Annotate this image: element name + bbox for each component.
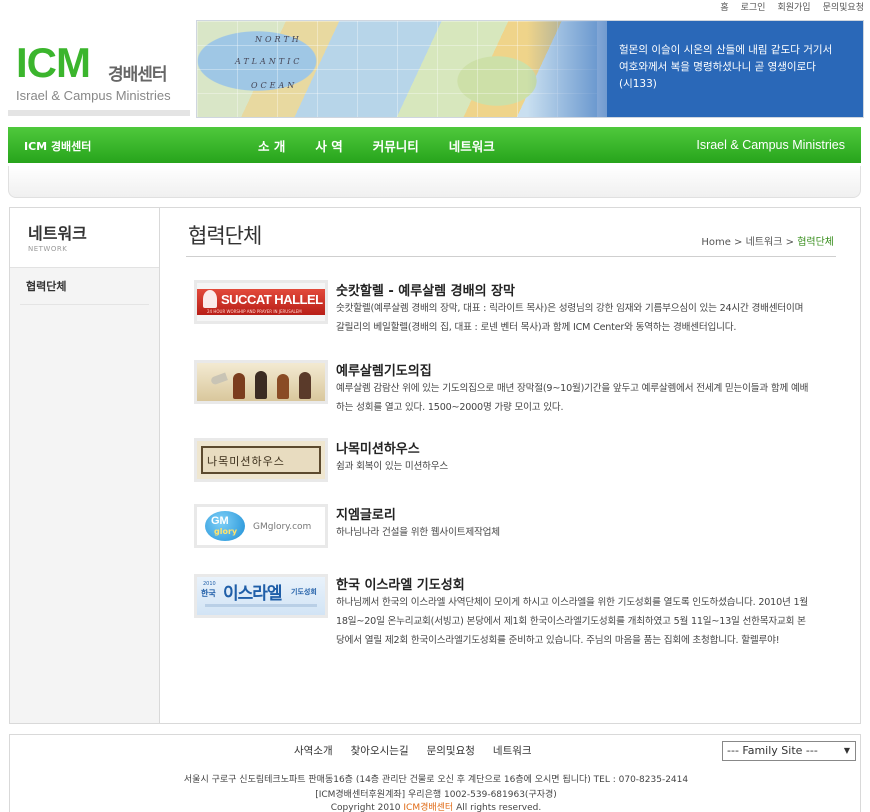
flame-icon bbox=[203, 290, 217, 308]
footer-link-network[interactable]: 네트워크 bbox=[493, 743, 532, 758]
footer: 사역소개 찾아오시는길 문의및요청 네트워크 --- Family Site -… bbox=[9, 734, 861, 812]
org-logo-korea-israel-prayer[interactable]: 2010 한국 이스라엘 기도성회 bbox=[194, 574, 328, 618]
logo-year: 2010 bbox=[203, 581, 216, 587]
logo-subtext: 24 HOUR WORSHIP AND PRAYER IN JERUSALEM bbox=[207, 309, 302, 314]
main-nav: ICM 경배센터 소 개 사 역 커뮤니티 네트워크 Israel & Camp… bbox=[8, 127, 861, 163]
breadcrumb-current: 협력단체 bbox=[797, 237, 834, 248]
copyright-brand: ICM경배센터 bbox=[403, 803, 454, 812]
logo-text: 나목미션하우스 bbox=[207, 455, 285, 468]
home-link[interactable]: 홈 bbox=[720, 0, 728, 14]
breadcrumb-home[interactable]: Home bbox=[701, 237, 731, 248]
logo-text: 이스라엘 bbox=[223, 584, 283, 604]
logo-icm: ICM bbox=[16, 39, 91, 86]
nav-item-about[interactable]: 소 개 bbox=[258, 136, 285, 155]
org-description: 하나님나라 건설을 위한 웹사이트제작업체 bbox=[336, 527, 500, 538]
breadcrumb-separator: > bbox=[785, 237, 794, 248]
shofar-icon bbox=[210, 372, 228, 386]
inquiry-link[interactable]: 문의및요청 bbox=[823, 0, 864, 14]
nav-home-link[interactable]: ICM 경배센터 bbox=[24, 138, 91, 154]
org-description: 예루살렘 감람산 위에 있는 기도의집으로 매년 장막절(9~10월)기간을 앞… bbox=[336, 383, 809, 413]
footer-copyright: Copyright 2010 ICM경배센터 All rights reserv… bbox=[10, 800, 862, 812]
nav-item-ministry[interactable]: 사 역 bbox=[315, 136, 342, 155]
org-logo-namok-mission-house[interactable]: 나목미션하우스 bbox=[194, 438, 328, 482]
footer-links: 사역소개 찾아오시는길 문의및요청 네트워크 bbox=[294, 743, 532, 758]
copyright-text: Copyright 2010 bbox=[330, 803, 401, 812]
footer-address: 서울시 구로구 신도림테크노파트 판매동16층 (14층 관리단 건물로 오신 … bbox=[183, 775, 689, 785]
org-description: 하나님께서 한국의 이스라엘 사역단체이 모이게 하시고 이스라엘을 위한 기도… bbox=[336, 597, 808, 646]
logo-korean: 경배센터 bbox=[108, 65, 168, 85]
content-area: 협력단체 Home > 네트워크 > 협력단체 SUCCAT HALLEL 24… bbox=[160, 208, 860, 723]
org-logo-gmglory[interactable]: GM glory GMglory.com bbox=[194, 504, 328, 548]
nav-item-community[interactable]: 커뮤니티 bbox=[373, 136, 419, 155]
map-label: NORTH bbox=[255, 35, 302, 44]
chevron-down-icon: ▼ bbox=[843, 746, 850, 755]
breadcrumb-separator: > bbox=[734, 237, 743, 248]
org-name[interactable]: 지엠글로리 bbox=[336, 504, 396, 523]
header-banner: NORTH ATLANTIC OCEAN 헐몬의 이슬이 시온의 산들에 내림 … bbox=[196, 20, 864, 118]
banner-verse: 헐몬의 이슬이 시온의 산들에 내림 같도다 거기서 여호와께서 복을 명령하셨… bbox=[607, 21, 863, 117]
page-title: 협력단체 bbox=[188, 224, 262, 248]
org-name[interactable]: 한국 이스라엘 기도성회 bbox=[336, 574, 465, 593]
family-site-select[interactable]: --- Family Site --- ▼ bbox=[722, 741, 856, 761]
footer-link-inquiry[interactable]: 문의및요청 bbox=[427, 743, 475, 758]
logo-mark: GM bbox=[211, 515, 229, 527]
verse-reference: (시133) bbox=[619, 78, 657, 90]
family-site-value: --- Family Site --- bbox=[727, 744, 818, 757]
breadcrumb-section[interactable]: 네트워크 bbox=[746, 237, 783, 248]
login-link[interactable]: 로그인 bbox=[741, 0, 766, 14]
sidebar-subtitle: NETWORK bbox=[28, 245, 68, 253]
map-label: OCEAN bbox=[251, 81, 298, 90]
copyright-text: All rights reserved. bbox=[456, 803, 542, 812]
org-logo-jerusalem-prayer-house[interactable] bbox=[194, 360, 328, 404]
logo-text: SUCCAT HALLEL bbox=[221, 292, 323, 307]
divider bbox=[186, 256, 836, 257]
signup-link[interactable]: 회원가입 bbox=[777, 0, 810, 14]
breadcrumb: Home > 네트워크 > 협력단체 bbox=[701, 233, 834, 248]
logo-mark-sub: glory bbox=[214, 527, 238, 536]
footer-account: [ICM경배센터후원계좌] 우리은행 1002-539-681963(구자경) bbox=[315, 790, 557, 800]
map-label: ATLANTIC bbox=[235, 57, 303, 66]
org-description: 숫캇할렐(예루살렘 경배의 장막, 대표 : 릭라이트 목사)은 성령님의 강한… bbox=[336, 303, 804, 333]
logo-korea: 한국 bbox=[201, 589, 216, 598]
org-name[interactable]: 예루살렘기도의집 bbox=[336, 360, 432, 379]
sidebar-header: 네트워크 NETWORK bbox=[10, 208, 159, 268]
verse-line: 여호와께서 복을 명령하셨나니 곧 영생이로다 bbox=[619, 61, 816, 73]
utility-links: 홈 로그인 회원가입 문의및요청 bbox=[720, 0, 864, 14]
submenu-bar bbox=[8, 166, 861, 198]
org-name[interactable]: 나목미션하우스 bbox=[336, 438, 420, 457]
sidebar-item-partners[interactable]: 협력단체 bbox=[20, 276, 149, 305]
site-logo[interactable]: ICM 경배센터 Israel & Campus Ministries bbox=[16, 42, 188, 112]
logo-english: Israel & Campus Ministries bbox=[16, 88, 171, 103]
org-logo-succat-hallel[interactable]: SUCCAT HALLEL 24 HOUR WORSHIP AND PRAYER… bbox=[194, 280, 328, 324]
org-name[interactable]: 숫캇할렐 - 예루살렘 경배의 장막 bbox=[336, 280, 515, 299]
footer-link-ministry[interactable]: 사역소개 bbox=[294, 743, 333, 758]
sidebar-title: 네트워크 bbox=[28, 224, 87, 243]
logo-suffix: 기도성회 bbox=[291, 588, 317, 596]
logo-text: GMglory.com bbox=[253, 522, 312, 532]
sidebar: 네트워크 NETWORK 협력단체 bbox=[10, 208, 160, 723]
footer-link-directions[interactable]: 찾아오시는길 bbox=[351, 743, 409, 758]
main-container: 네트워크 NETWORK 협력단체 협력단체 Home > 네트워크 > 협력단… bbox=[9, 207, 861, 724]
nav-tagline: Israel & Campus Ministries bbox=[696, 138, 845, 152]
logo-underline bbox=[8, 110, 190, 116]
verse-line: 헐몬의 이슬이 시온의 산들에 내림 같도다 거기서 bbox=[619, 44, 833, 56]
nav-item-network[interactable]: 네트워크 bbox=[449, 136, 495, 155]
org-description: 쉼과 회복이 있는 미션하우스 bbox=[336, 461, 449, 472]
